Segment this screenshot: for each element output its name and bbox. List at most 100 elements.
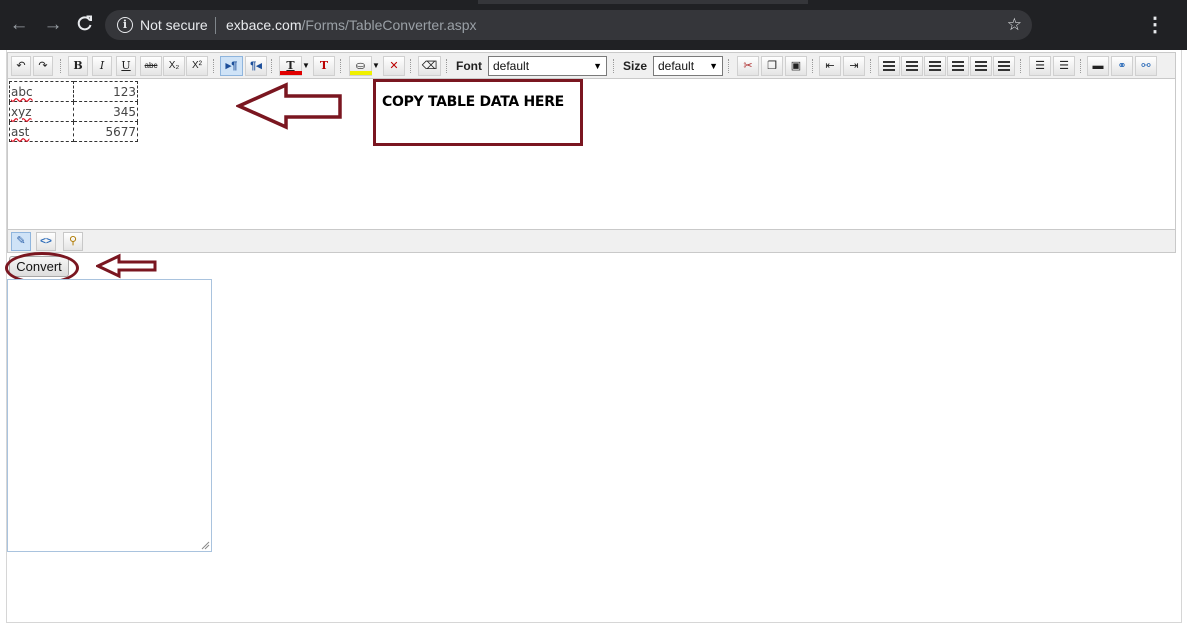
align-justify-button[interactable]: [970, 56, 992, 76]
bold-button[interactable]: B: [68, 56, 88, 76]
reload-glyph: [77, 15, 92, 31]
table-cell-value[interactable]: 5677: [73, 121, 138, 142]
url-text[interactable]: exbace.com/Forms/TableConverter.aspx: [226, 16, 477, 34]
highlight-dropdown-icon[interactable]: ▼: [372, 59, 380, 73]
underline-label: U: [121, 59, 131, 72]
remove-color-icon: T: [319, 59, 329, 72]
browser-menu-icon[interactable]: ⋮: [1145, 14, 1165, 36]
indent-icon: ⇥: [849, 60, 859, 72]
eraser-button[interactable]: ⌫: [418, 56, 441, 76]
size-select-value: default: [658, 59, 695, 73]
toolbar-separator: [812, 59, 814, 73]
pencil-icon: ✎: [16, 235, 26, 247]
copy-button[interactable]: ❐: [761, 56, 783, 76]
align-full-icon: [998, 61, 1010, 71]
table-row: xyz 345: [9, 101, 138, 122]
rtl-direction-button[interactable]: ¶◂: [245, 56, 267, 76]
remove-highlight-button[interactable]: ✕: [383, 56, 405, 76]
left-arrow-annotation-icon: [236, 82, 342, 130]
security-label[interactable]: Not secure: [140, 16, 208, 34]
undo-button[interactable]: ↶: [11, 56, 31, 76]
tab-strip-edge: [478, 0, 808, 4]
convert-arrow-annotation-icon: [96, 253, 157, 279]
unordered-list-button[interactable]: ☰: [1053, 56, 1075, 76]
table-cell-label[interactable]: xyz: [9, 101, 74, 122]
align-right-icon: [952, 61, 964, 71]
forward-icon[interactable]: →: [42, 14, 64, 36]
toolbar-separator: [1020, 59, 1022, 73]
ltr-direction-button[interactable]: ▸¶: [220, 56, 243, 76]
table-cell-value[interactable]: 345: [73, 101, 138, 122]
design-mode-button[interactable]: ✎: [11, 232, 31, 251]
rich-text-editor[interactable]: abc 123 xyz 345 ast 5677: [7, 78, 1176, 230]
indent-button[interactable]: ⇥: [843, 56, 865, 76]
highlight-color-button[interactable]: ⛀: [349, 56, 372, 76]
align-justify-icon: [975, 61, 987, 71]
size-select[interactable]: default ▼: [653, 56, 723, 76]
paragraph-format-button[interactable]: [878, 56, 900, 76]
align-right-button[interactable]: [947, 56, 969, 76]
font-select[interactable]: default ▼: [488, 56, 607, 76]
remove-text-color-button[interactable]: T: [313, 56, 335, 76]
bookmark-star-icon[interactable]: ☆: [1007, 15, 1022, 35]
remove-highlight-icon: ✕: [389, 60, 399, 72]
horizontal-rule-button[interactable]: ▬: [1087, 56, 1109, 76]
horizontal-rule-icon: ▬: [1092, 60, 1104, 72]
superscript-label: X²: [192, 60, 202, 71]
text-color-dropdown-icon[interactable]: ▼: [302, 59, 310, 73]
text-color-button[interactable]: T: [279, 56, 302, 76]
cut-button[interactable]: ✂: [737, 56, 759, 76]
italic-button[interactable]: I: [92, 56, 112, 76]
bold-label: B: [73, 59, 83, 72]
insert-link-button[interactable]: ⚭: [1111, 56, 1133, 76]
preview-mode-button[interactable]: ⚲: [63, 232, 83, 251]
omnibox-divider: [215, 17, 216, 34]
toolbar-separator: [60, 59, 62, 73]
strikethrough-button[interactable]: abc: [140, 56, 162, 76]
toolbar-separator: [446, 59, 448, 73]
toolbar-separator: [870, 59, 872, 73]
output-textarea[interactable]: [7, 279, 212, 552]
back-icon[interactable]: ←: [8, 14, 30, 36]
copy-icon: ❐: [767, 60, 777, 72]
superscript-button[interactable]: X²: [186, 56, 208, 76]
table-cell-label[interactable]: abc: [9, 81, 74, 102]
strikethrough-label: abc: [144, 61, 158, 70]
paste-button[interactable]: ▣: [785, 56, 807, 76]
magnifier-icon: ⚲: [68, 235, 78, 247]
url-path: /Forms/TableConverter.aspx: [301, 17, 477, 33]
paragraph-icon: [883, 61, 895, 71]
subscript-button[interactable]: X₂: [163, 56, 185, 76]
html-mode-button[interactable]: <>: [36, 232, 56, 251]
editor-toolbar: ↶ ↷ B I U abc X₂ X² ▸¶ ¶◂ T ▼ T ⛀ ▼ ✕ ⌫ …: [7, 52, 1176, 78]
table-cell-label[interactable]: ast: [9, 121, 74, 142]
redo-button[interactable]: ↷: [33, 56, 53, 76]
editor-mode-bar: ✎ <> ⚲: [7, 230, 1176, 253]
pasted-data-table[interactable]: abc 123 xyz 345 ast 5677: [9, 81, 138, 142]
url-domain: exbace.com: [226, 17, 302, 33]
remove-link-button[interactable]: ⚯: [1135, 56, 1157, 76]
underline-button[interactable]: U: [116, 56, 136, 76]
annotation-callout: COPY TABLE DATA HERE: [373, 79, 583, 146]
outdent-button[interactable]: ⇤: [819, 56, 841, 76]
info-icon[interactable]: i: [117, 17, 133, 33]
chevron-down-icon: ▼: [709, 61, 718, 71]
ordered-list-button[interactable]: ☰: [1029, 56, 1051, 76]
code-icon: <>: [40, 236, 52, 247]
subscript-label: X₂: [168, 60, 180, 71]
reload-icon[interactable]: [74, 14, 96, 36]
ltr-paragraph-icon: ¶: [231, 60, 238, 72]
address-bar[interactable]: i Not secure exbace.com/Forms/TableConve…: [105, 10, 1032, 40]
font-label: Font: [456, 59, 482, 73]
resize-grip-icon[interactable]: [200, 540, 210, 550]
align-left-button[interactable]: [901, 56, 923, 76]
align-center-button[interactable]: [924, 56, 946, 76]
toolbar-separator: [728, 59, 730, 73]
table-cell-value[interactable]: 123: [73, 81, 138, 102]
eraser-icon: ⌫: [421, 60, 438, 72]
italic-label: I: [99, 59, 105, 72]
align-center-icon: [929, 61, 941, 71]
font-select-value: default: [493, 59, 530, 73]
toolbar-separator: [1080, 59, 1082, 73]
align-full-button[interactable]: [993, 56, 1015, 76]
